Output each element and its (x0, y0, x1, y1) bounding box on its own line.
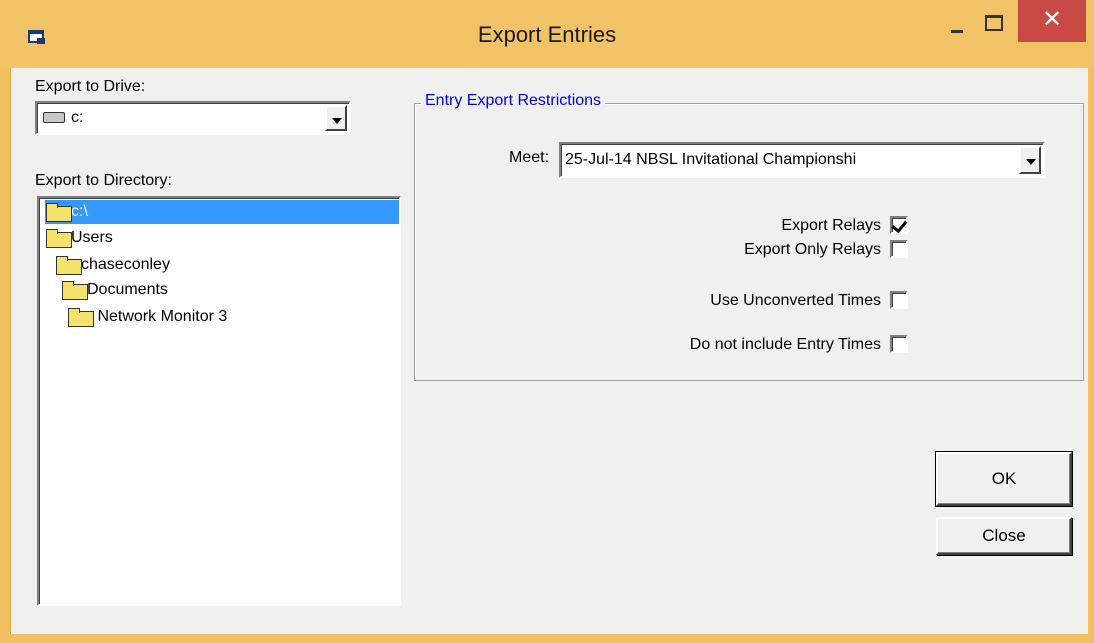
ok-button[interactable]: OK (935, 451, 1073, 507)
close-button[interactable]: Close (936, 517, 1072, 555)
meet-value: 25-Jul-14 NBSL Invitational Championshi (565, 151, 857, 168)
close-window-button[interactable]: ✕ (1018, 0, 1086, 42)
meet-dropdown-arrow-icon[interactable] (1019, 146, 1041, 174)
directory-item-users[interactable]: Users (45, 226, 113, 250)
directory-item-root[interactable]: c:\ (45, 200, 399, 224)
use-unconverted-times-checkbox[interactable] (890, 291, 908, 309)
directory-label: Export to Directory: (35, 172, 172, 189)
export-relays-checkbox[interactable] (890, 216, 908, 234)
directory-item-label: Network Monitor 3 (97, 308, 228, 325)
title-bar[interactable]: Export Entries ✕ (0, 0, 1094, 68)
export-only-relays-checkbox[interactable] (890, 240, 908, 258)
drive-select[interactable]: c: (35, 101, 351, 135)
minimize-button[interactable] (940, 6, 974, 44)
open-folder-icon (45, 228, 72, 248)
window-title: Export Entries (477, 22, 617, 47)
folder-icon (67, 307, 94, 327)
directory-item-network-monitor[interactable]: Network Monitor 3 (67, 305, 227, 329)
meet-select[interactable]: 25-Jul-14 NBSL Invitational Championshi (559, 142, 1045, 178)
drive-label: Export to Drive: (35, 78, 146, 95)
open-folder-icon (61, 280, 88, 300)
drive-icon (43, 112, 65, 123)
no-entry-times-checkbox[interactable] (890, 335, 908, 353)
directory-item-label: Documents (87, 281, 168, 298)
group-legend: Entry Export Restrictions (421, 92, 606, 110)
maximize-button[interactable] (976, 6, 1010, 44)
entry-export-restrictions-group: Entry Export Restrictions Meet: 25-Jul-1… (414, 92, 1084, 381)
open-folder-icon (55, 255, 82, 275)
directory-item-documents[interactable]: Documents (61, 278, 168, 302)
export-relays-label: Export Relays (781, 217, 881, 234)
directory-item-chaseconley[interactable]: chaseconley (55, 253, 170, 277)
dialog-body: Export to Drive: c: Export to Directory:… (10, 68, 1088, 634)
directory-item-label: chaseconley (81, 256, 170, 273)
drive-dropdown-arrow-icon[interactable] (325, 105, 347, 131)
use-unconverted-times-label: Use Unconverted Times (710, 292, 881, 309)
no-entry-times-label: Do not include Entry Times (689, 336, 881, 353)
export-only-relays-label: Export Only Relays (744, 241, 881, 258)
directory-list[interactable]: c:\ Users chaseconley Documents Network … (37, 196, 401, 606)
drive-value: c: (71, 109, 84, 126)
meet-label: Meet: (509, 149, 550, 166)
directory-item-label: c:\ (71, 203, 88, 220)
directory-item-label: Users (71, 229, 113, 246)
open-folder-icon (45, 202, 72, 222)
